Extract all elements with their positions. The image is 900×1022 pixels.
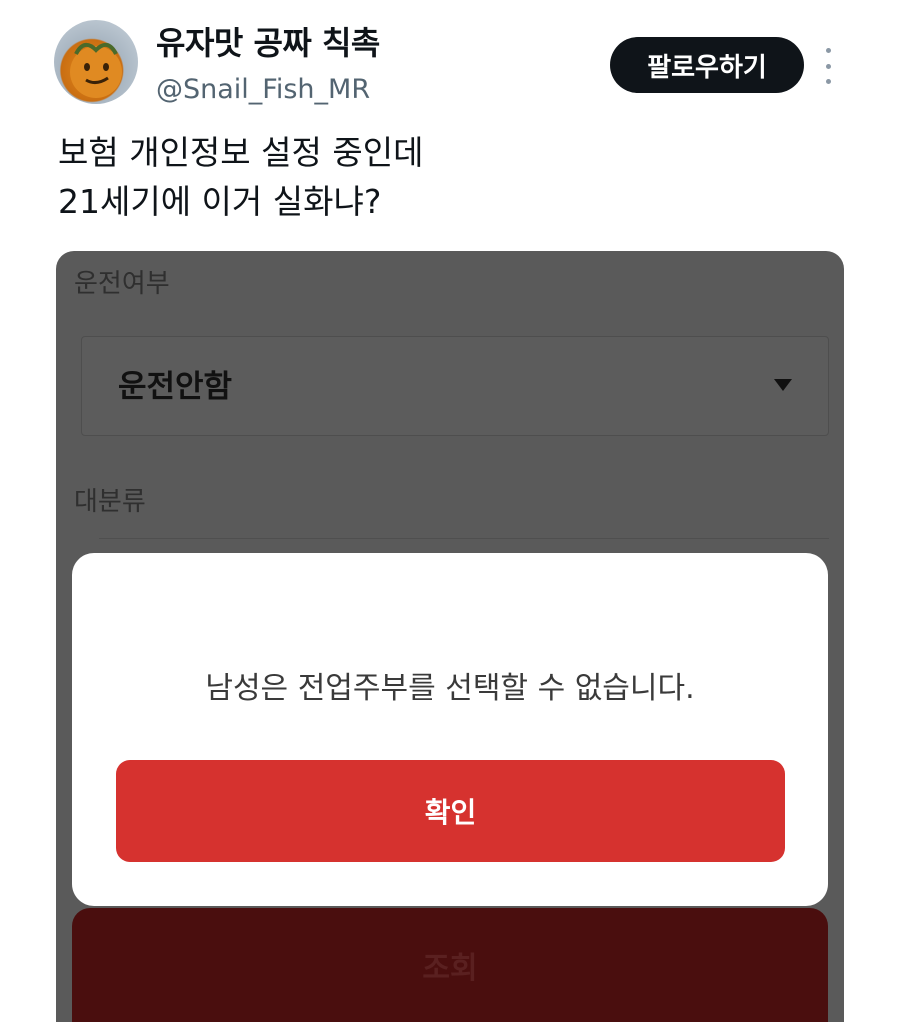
avatar[interactable] bbox=[54, 20, 138, 104]
alert-dialog: 남성은 전업주부를 선택할 수 없습니다. 확인 bbox=[72, 553, 828, 906]
driving-field-label: 운전여부 bbox=[74, 269, 170, 299]
follow-button[interactable]: 팔로우하기 bbox=[610, 37, 804, 93]
more-options-icon[interactable] bbox=[816, 48, 840, 84]
tweet-text: 보험 개인정보 설정 중인데 21세기에 이거 실화냐? bbox=[58, 128, 423, 226]
tweet-text-line-2: 21세기에 이거 실화냐? bbox=[58, 182, 382, 221]
driving-select-value: 운전안함 bbox=[118, 369, 233, 405]
display-name[interactable]: 유자맛 공짜 칙촉 bbox=[156, 18, 380, 64]
caret-down-icon bbox=[774, 379, 792, 391]
tweet-media-image[interactable]: 운전여부 운전안함 대분류 남성은 전업주부를 선택할 수 없습니다. 확인 조… bbox=[56, 251, 844, 1022]
avatar-image bbox=[70, 42, 122, 98]
dialog-message: 남성은 전업주부를 선택할 수 없습니다. bbox=[205, 671, 695, 706]
driving-select[interactable]: 운전안함 bbox=[81, 336, 829, 436]
tweet-text-line-1: 보험 개인정보 설정 중인데 bbox=[58, 133, 424, 172]
query-button[interactable]: 조회 bbox=[72, 908, 828, 1022]
confirm-button[interactable]: 확인 bbox=[116, 760, 785, 862]
user-handle[interactable]: @Snail_Fish_MR bbox=[156, 74, 370, 105]
category-field-label: 대분류 bbox=[74, 487, 146, 517]
